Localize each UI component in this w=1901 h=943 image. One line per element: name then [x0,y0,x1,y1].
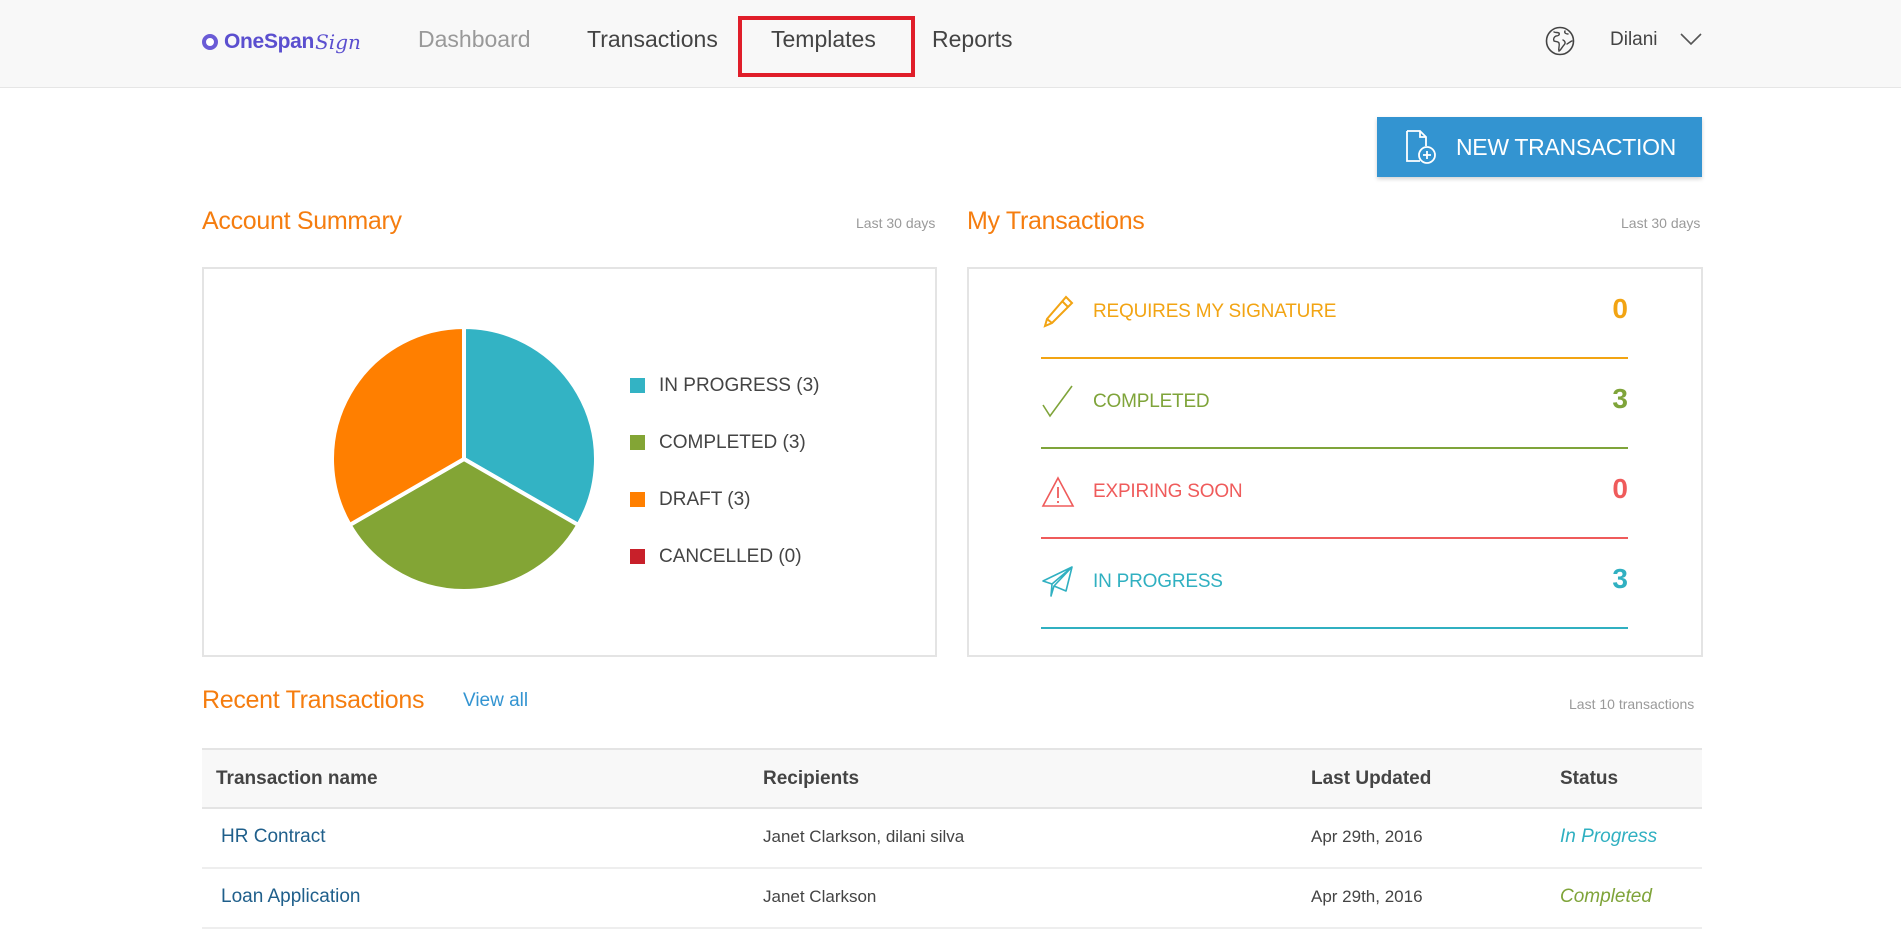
legend-swatch-in-progress [630,378,645,393]
account-summary-period: Last 30 days [856,215,936,231]
top-nav-bar: OneSpan Sign Dashboard Transactions Temp… [0,0,1901,88]
my-transactions-requires-signature[interactable]: REQUIRES MY SIGNATURE 0 [1041,269,1628,359]
logo-text: OneSpan [224,30,315,53]
legend-item-cancelled[interactable]: CANCELLED (0) [630,528,819,585]
account-summary-panel: IN PROGRESS (3) COMPLETED (3) DRAFT (3) … [202,267,937,657]
mt-count: 3 [1612,383,1628,414]
column-header-transaction-name[interactable]: Transaction name [216,768,378,790]
mt-label: COMPLETED [1093,391,1210,412]
mt-label: IN PROGRESS [1093,571,1223,592]
mt-count: 0 [1612,473,1628,504]
new-transaction-button[interactable]: NEW TRANSACTION [1377,117,1702,177]
pie-legend: IN PROGRESS (3) COMPLETED (3) DRAFT (3) … [630,357,819,585]
my-transactions-expiring-soon[interactable]: EXPIRING SOON 0 [1041,449,1628,539]
legend-swatch-draft [630,492,645,507]
user-name[interactable]: Dilani [1610,29,1658,51]
last-updated-cell: Apr 29th, 2016 [1311,827,1423,846]
mt-count: 3 [1612,563,1628,594]
legend-swatch-cancelled [630,549,645,564]
legend-label-cancelled: CANCELLED (0) [659,545,802,567]
account-summary-title: Account Summary [202,207,402,235]
my-transactions-panel: REQUIRES MY SIGNATURE 0 COMPLETED 3 EXPI… [967,267,1703,657]
my-transactions-in-progress[interactable]: IN PROGRESS 3 [1041,539,1628,629]
my-transactions-title: My Transactions [967,207,1145,235]
my-transactions-period: Last 30 days [1621,215,1701,231]
nav-dashboard[interactable]: Dashboard [418,26,531,53]
column-header-status[interactable]: Status [1560,768,1618,790]
legend-item-completed[interactable]: COMPLETED (3) [630,414,819,471]
legend-label-draft: DRAFT (3) [659,488,751,510]
recent-transactions-table: Transaction name Recipients Last Updated… [202,748,1702,929]
table-row[interactable]: Loan Application Janet Clarkson Apr 29th… [202,869,1702,929]
recipients-cell: Janet Clarkson, dilani silva [763,827,965,846]
nav-reports[interactable]: Reports [932,26,1013,53]
view-all-link[interactable]: View all [463,690,528,712]
recent-transactions-subtitle: Last 10 transactions [1569,696,1695,712]
status-badge: Completed [1560,886,1652,907]
checkmark-icon [1042,385,1073,418]
transaction-name-link[interactable]: HR Contract [221,826,326,848]
legend-item-draft[interactable]: DRAFT (3) [630,471,819,528]
legend-item-in-progress[interactable]: IN PROGRESS (3) [630,357,819,414]
table-row[interactable]: HR Contract Janet Clarkson, dilani silva… [202,809,1702,869]
legend-swatch-completed [630,435,645,450]
chevron-down-icon[interactable] [1680,32,1702,46]
table-header: Transaction name Recipients Last Updated… [202,748,1702,809]
last-updated-cell: Apr 29th, 2016 [1311,887,1423,906]
account-summary-pie-chart [330,325,598,593]
pen-icon [1043,295,1074,328]
mt-label: REQUIRES MY SIGNATURE [1093,301,1337,322]
logo-ring-icon [202,34,218,50]
legend-label-in-progress: IN PROGRESS (3) [659,374,820,396]
globe-icon[interactable] [1545,26,1575,56]
nav-transactions[interactable]: Transactions [587,26,718,53]
new-transaction-label: NEW TRANSACTION [1456,133,1676,160]
warning-icon [1041,476,1075,507]
status-badge: In Progress [1560,826,1658,847]
column-header-last-updated[interactable]: Last Updated [1311,768,1431,790]
paper-plane-icon [1042,566,1073,597]
onespan-sign-logo[interactable]: OneSpan Sign [202,28,361,56]
column-header-recipients[interactable]: Recipients [763,768,859,790]
my-transactions-completed[interactable]: COMPLETED 3 [1041,359,1628,449]
mt-count: 0 [1612,293,1628,324]
mt-label: EXPIRING SOON [1093,481,1243,502]
transaction-name-link[interactable]: Loan Application [221,886,360,908]
logo-script-text: Sign [315,30,361,54]
legend-label-completed: COMPLETED (3) [659,431,806,453]
recent-transactions-title: Recent Transactions [202,686,425,714]
document-plus-icon [1406,130,1436,164]
templates-highlight-box [738,16,915,77]
recipients-cell: Janet Clarkson [763,887,877,906]
